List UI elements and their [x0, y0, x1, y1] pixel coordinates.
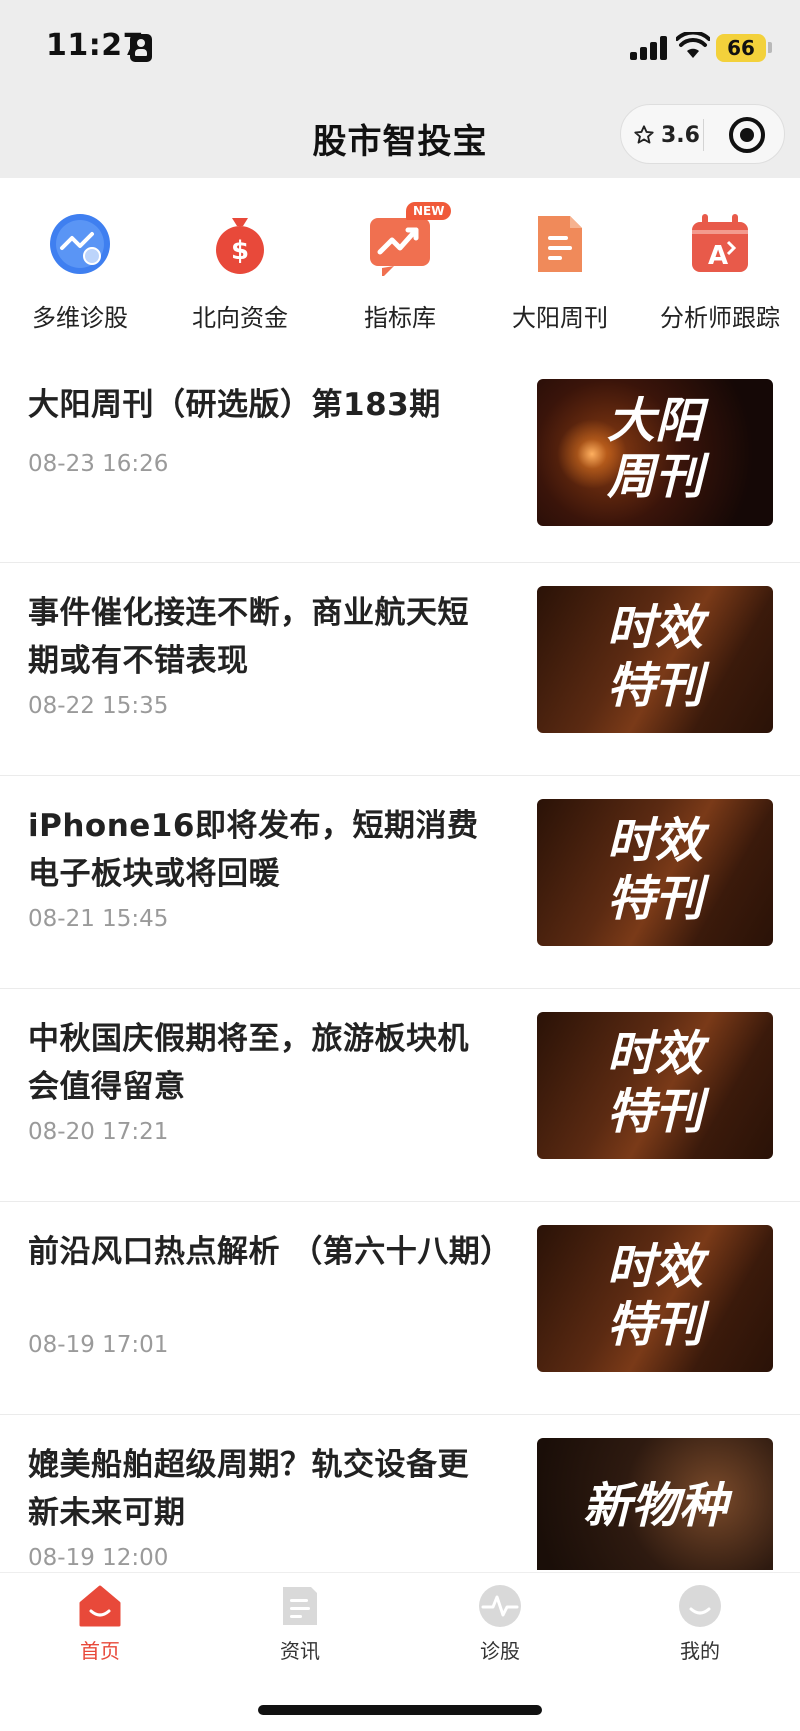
profile-icon — [679, 1585, 721, 1627]
rating-button[interactable]: 3.6 — [633, 117, 700, 153]
mini-program-capsule: 3.6 — [620, 104, 785, 164]
news-title: 中秋国庆假期将至，旅游板块机会值得留意 — [28, 1021, 469, 1105]
quick-nav-item-indicator-library[interactable]: NEW 指标库 — [320, 178, 480, 348]
thumb-line1: 新物种 — [582, 1478, 727, 1534]
trend-chat-icon — [370, 218, 430, 276]
tab-news[interactable]: 资讯 — [200, 1573, 400, 1673]
capsule-divider — [703, 119, 704, 151]
document-icon — [538, 216, 582, 272]
news-title: 媲美船舶超级周期？轨交设备更新未来可期 — [28, 1447, 469, 1531]
tab-label: 我的 — [680, 1639, 720, 1663]
news-item[interactable]: 媲美船舶超级周期？轨交设备更新未来可期 08-19 12:00 新物种 — [0, 1415, 800, 1570]
news-title: 事件催化接连不断，商业航天短期或有不错表现 — [28, 595, 469, 679]
close-target-icon[interactable] — [729, 117, 765, 153]
tab-label: 诊股 — [480, 1639, 520, 1663]
news-date: 08-19 17:01 — [28, 1332, 169, 1358]
quick-nav-label: 指标库 — [364, 304, 436, 332]
tab-diagnosis[interactable]: 诊股 — [400, 1573, 600, 1673]
rating-value: 3.6 — [661, 122, 700, 148]
star-icon — [634, 125, 654, 144]
news-date: 08-20 17:21 — [28, 1119, 169, 1145]
money-bag-icon: $ — [216, 218, 264, 274]
cellular-signal-icon — [630, 36, 670, 60]
news-thumbnail: 大阳 周刊 — [537, 379, 773, 526]
news-date: 08-23 16:26 — [28, 451, 169, 477]
tab-label: 资讯 — [280, 1639, 320, 1663]
quick-nav-label: 多维诊股 — [32, 304, 128, 332]
quick-nav-item-multi-diagnosis[interactable]: 多维诊股 — [0, 178, 160, 348]
contact-card-icon — [130, 34, 152, 62]
news-date: 08-21 15:45 — [28, 906, 169, 932]
news-item[interactable]: 事件催化接连不断，商业航天短期或有不错表现 08-22 15:35 时效 特刊 — [0, 563, 800, 776]
news-list: 大阳周刊（研选版）第183期 08-23 16:26 大阳 周刊 事件催化接连不… — [0, 355, 800, 1570]
home-indicator — [258, 1705, 542, 1715]
svg-text:$: $ — [231, 236, 249, 266]
news-date: 08-22 15:35 — [28, 693, 169, 719]
quick-nav-item-northbound-funds[interactable]: $ 北向资金 — [160, 178, 320, 348]
thumb-line1: 时效 — [606, 1239, 703, 1295]
thumb-line2: 特刊 — [606, 658, 703, 714]
thumb-line2: 特刊 — [606, 1084, 703, 1140]
tab-label: 首页 — [80, 1639, 120, 1663]
battery-indicator: 66 — [716, 34, 766, 62]
news-date: 08-19 12:00 — [28, 1545, 169, 1570]
news-item[interactable]: iPhone16即将发布，短期消费电子板块或将回暖 08-21 15:45 时效… — [0, 776, 800, 989]
news-item[interactable]: 中秋国庆假期将至，旅游板块机会值得留意 08-20 17:21 时效 特刊 — [0, 989, 800, 1202]
quick-nav-item-analyst-tracking[interactable]: A 分析师跟踪 — [640, 178, 800, 348]
thumb-line2: 特刊 — [606, 1297, 703, 1353]
news-item[interactable]: 前沿风口热点解析 （第六十八期） 08-19 17:01 时效 特刊 — [0, 1202, 800, 1415]
thumb-line1: 时效 — [606, 813, 703, 869]
tab-profile[interactable]: 我的 — [600, 1573, 800, 1673]
pulse-icon — [479, 1585, 521, 1627]
battery-tip — [768, 42, 772, 53]
news-thumbnail: 时效 特刊 — [537, 799, 773, 946]
news-title: iPhone16即将发布，短期消费电子板块或将回暖 — [28, 808, 479, 892]
quick-nav-label: 北向资金 — [192, 304, 288, 332]
news-icon — [283, 1587, 317, 1625]
calendar-analyst-icon: A — [692, 214, 748, 272]
top-bar: 11:27 66 股市智投宝 3.6 — [0, 0, 800, 178]
news-thumbnail: 时效 特刊 — [537, 586, 773, 733]
news-title: 大阳周刊（研选版）第183期 — [28, 387, 441, 423]
thumb-line1: 时效 — [606, 1026, 703, 1082]
new-badge: NEW — [406, 202, 452, 220]
quick-nav-label: 大阳周刊 — [512, 304, 608, 332]
quick-nav-item-dayang-weekly[interactable]: 大阳周刊 — [480, 178, 640, 348]
tab-home[interactable]: 首页 — [0, 1573, 200, 1673]
news-thumbnail: 时效 特刊 — [537, 1012, 773, 1159]
quick-nav: 多维诊股 $ 北向资金 NEW 指标库 大阳周刊 A 分析师跟踪 — [0, 178, 800, 348]
news-title: 前沿风口热点解析 （第六十八期） — [28, 1234, 512, 1270]
news-item[interactable]: 大阳周刊（研选版）第183期 08-23 16:26 大阳 周刊 — [0, 355, 800, 563]
news-thumbnail: 时效 特刊 — [537, 1225, 773, 1372]
thumb-line2: 特刊 — [606, 871, 703, 927]
news-thumbnail: 新物种 — [537, 1438, 773, 1570]
wifi-icon — [676, 32, 710, 58]
tab-bar: 首页 资讯 诊股 我的 — [0, 1572, 800, 1692]
thumb-line1: 时效 — [606, 600, 703, 656]
chart-search-icon — [50, 214, 110, 274]
thumb-line1: 大阳 — [606, 393, 703, 449]
home-icon — [79, 1585, 121, 1627]
svg-text:A: A — [708, 241, 728, 271]
thumb-line2: 周刊 — [606, 449, 703, 505]
quick-nav-label: 分析师跟踪 — [660, 304, 780, 332]
